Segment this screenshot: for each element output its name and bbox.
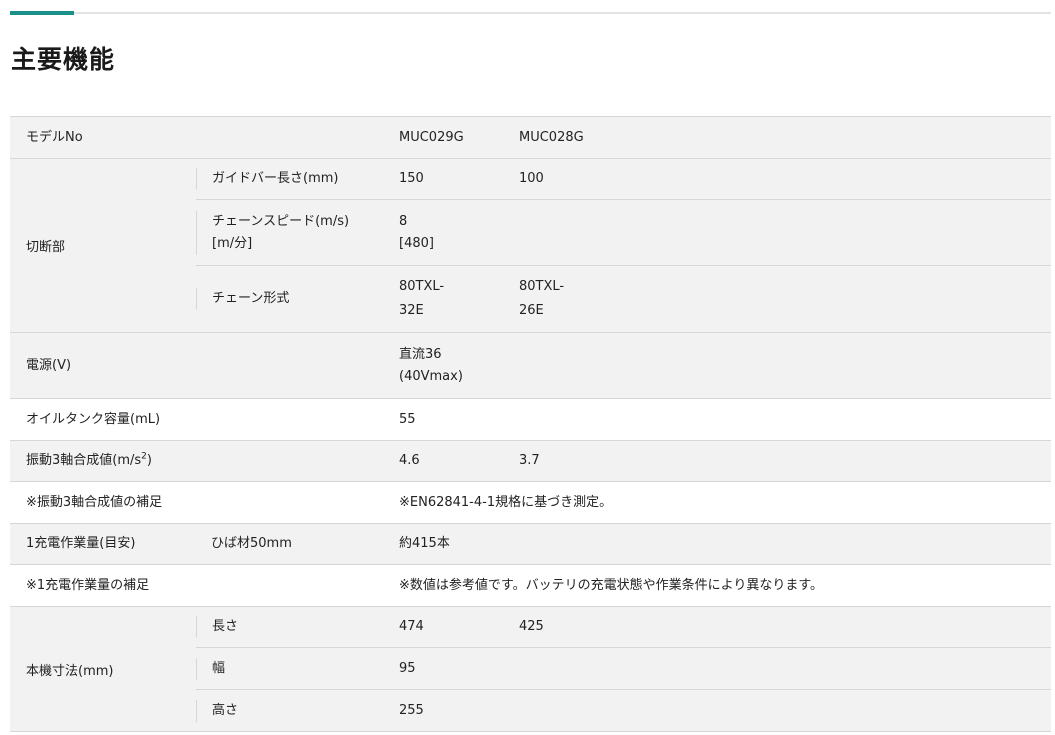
spec-table: モデルNo MUC029G MUC028G 切断部 ガイドバー長さ(mm) 15… (10, 116, 1051, 732)
sub-label: 高さ (196, 699, 399, 722)
row-label: 切断部 (26, 240, 66, 255)
table-group-dims: 本機寸法(mm) 長さ 474 425 幅 95 高さ 255 (10, 607, 1051, 732)
sub-label: 長さ (196, 616, 399, 638)
row-label: ※振動3軸合成値の補足 (26, 494, 163, 510)
value-muc029g: 約415本 (399, 536, 450, 551)
note-text: ※数値は参考値です。バッテリの充電状態や作業条件により異なります。 (399, 577, 824, 593)
sub-label: ひば材50mm (211, 536, 292, 551)
note-text: ※EN62841-4-1規格に基づき測定。 (399, 494, 613, 510)
sub-label: ガイドバー長さ(mm) (196, 168, 399, 190)
value-muc028g: 80TXL- 26E (519, 279, 565, 318)
row-label: モデルNo (26, 129, 83, 145)
value-muc028g: 100 (519, 171, 544, 186)
table-row-power: 電源(V) 直流36 (40Vmax) (10, 333, 1051, 399)
row-label: 電源(V) (26, 357, 72, 373)
row-label: 1充電作業量(目安) (26, 536, 136, 551)
page-title: 主要機能 (11, 45, 116, 74)
row-label: ※1充電作業量の補足 (26, 577, 150, 593)
table-row-work: 1充電作業量(目安) ひば材50mm 約415本 (10, 524, 1051, 565)
table-row-model: モデルNo MUC029G MUC028G (10, 117, 1051, 159)
value-muc028g: 3.7 (519, 453, 540, 468)
row-label: 本機寸法(mm) (26, 663, 114, 679)
value-muc029g: 直流36 (40Vmax) (399, 346, 463, 384)
section-divider (10, 12, 1051, 14)
row-label: 振動3軸合成値(m/s2) (26, 451, 152, 468)
table-row-chain-type: チェーン形式 80TXL- 32E 80TXL- 26E (196, 266, 1051, 332)
table-row-length: 長さ 474 425 (196, 607, 1051, 648)
value-muc029g: 95 (399, 660, 416, 676)
value-muc029g: 80TXL- 32E (399, 279, 445, 318)
table-row-vibration-note: ※振動3軸合成値の補足 ※EN62841-4-1規格に基づき測定。 (10, 482, 1051, 524)
sub-label: チェーン形式 (196, 288, 399, 310)
value-muc029g: 474 (399, 619, 424, 634)
row-label: オイルタンク容量(mL) (26, 411, 161, 427)
section-divider-accent (10, 11, 74, 15)
table-row-vibration: 振動3軸合成値(m/s2) 4.6 3.7 (10, 441, 1051, 482)
table-row-guide-bar: ガイドバー長さ(mm) 150 100 (196, 159, 1051, 200)
table-group-cut: 切断部 ガイドバー長さ(mm) 150 100 チェーンスピード(m/s) [m… (10, 159, 1051, 333)
value-muc029g: 8 [480] (399, 213, 434, 251)
table-row-height: 高さ 255 (196, 690, 1051, 731)
value-muc029g: 55 (399, 411, 416, 427)
value-muc029g: 150 (399, 171, 424, 186)
value-muc029g: 4.6 (399, 453, 420, 468)
value-muc029g: 255 (399, 702, 424, 718)
sub-label: チェーンスピード(m/s) [m/分] (196, 210, 399, 255)
table-row-work-note: ※1充電作業量の補足 ※数値は参考値です。バッテリの充電状態や作業条件により異な… (10, 565, 1051, 607)
value-muc028g: 425 (519, 619, 544, 634)
value-muc029g: MUC029G (399, 129, 464, 145)
table-row-oil: オイルタンク容量(mL) 55 (10, 399, 1051, 441)
table-row-width: 幅 95 (196, 648, 1051, 690)
table-row-chain-speed: チェーンスピード(m/s) [m/分] 8 [480] (196, 200, 1051, 266)
value-muc028g: MUC028G (519, 129, 584, 145)
sub-label: 幅 (196, 657, 399, 680)
